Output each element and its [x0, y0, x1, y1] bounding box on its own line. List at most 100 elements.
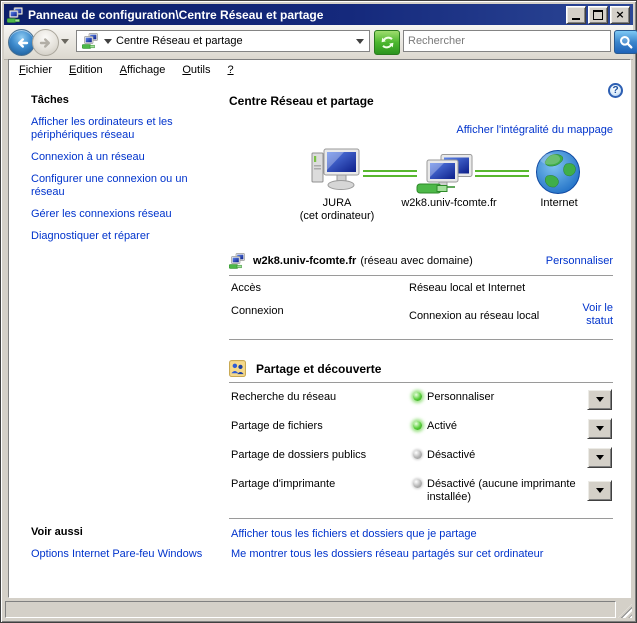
sidebar-item-afficher-ordinateurs[interactable]: Afficher les ordinateurs et les périphér… [31, 116, 209, 142]
refresh-button[interactable] [374, 30, 400, 55]
map-connector-line [475, 170, 529, 177]
access-label: Accès [231, 282, 261, 294]
chevron-down-icon [596, 426, 604, 431]
help-icon: ? [612, 86, 618, 96]
menu-fichier[interactable]: Fichier [13, 62, 63, 78]
titlebar[interactable]: Panneau de configuration\Centre Réseau e… [4, 4, 633, 25]
separator [229, 518, 613, 519]
see-also-title: Voir aussi [31, 526, 209, 538]
search-icon [619, 35, 633, 49]
search-input[interactable] [404, 35, 610, 47]
access-value: Réseau local et Internet [409, 282, 525, 294]
domain-network-icon[interactable] [415, 154, 475, 196]
sharing-row-status: Désactivé (aucune imprimante installée) [427, 478, 581, 504]
sharing-row-status: Activé [427, 420, 581, 433]
back-button[interactable] [8, 29, 35, 56]
resize-grip[interactable] [618, 604, 632, 618]
page-title: Centre Réseau et partage [229, 94, 374, 108]
sharing-row-status: Personnaliser [427, 391, 581, 404]
chevron-down-icon [596, 488, 604, 493]
sharing-row-printer: Partage d'imprimante Désactivé (aucune i… [229, 478, 621, 518]
sharing-people-icon [229, 360, 246, 377]
show-shared-folders-link[interactable]: Me montrer tous les dossiers réseau part… [231, 548, 543, 560]
tasks-title: Tâches [31, 94, 209, 106]
expand-button[interactable] [587, 389, 612, 410]
internet-globe-icon[interactable] [535, 149, 581, 195]
sharing-row-label: Partage de dossiers publics [231, 449, 366, 461]
close-icon: × [615, 10, 624, 20]
status-field [5, 601, 616, 618]
sharing-row-label: Partage de fichiers [231, 420, 323, 432]
status-dot [413, 450, 422, 459]
address-dropdown-icon[interactable] [356, 39, 364, 44]
sidebar-item-connexion-reseau[interactable]: Connexion à un réseau [31, 151, 145, 164]
sidebar-item-diagnostiquer[interactable]: Diagnostiquer et réparer [31, 230, 150, 243]
maximize-button[interactable] [588, 6, 608, 24]
network-address-icon [82, 33, 98, 49]
window-title: Panneau de configuration\Centre Réseau e… [28, 8, 564, 22]
client-area: Fichier Edition Affichage Outils ? Tâche… [8, 59, 631, 598]
separator [229, 382, 613, 383]
help-button[interactable]: ? [608, 83, 623, 98]
refresh-icon [380, 35, 395, 50]
sidebar-item-pare-feu[interactable]: Pare-feu Windows [112, 548, 202, 560]
domain-header: w2k8.univ-fcomte.fr (réseau avec domaine… [229, 253, 613, 269]
domain-mini-network-icon [229, 253, 245, 269]
forward-button[interactable] [32, 29, 59, 56]
back-arrow-icon [14, 35, 30, 51]
status-dot [413, 392, 422, 401]
minimize-button[interactable] [566, 6, 586, 24]
sharing-row-network-discovery: Recherche du réseau Personnaliser [229, 391, 621, 423]
map-node-internet: Internet [529, 197, 589, 210]
main-content: Centre Réseau et partage ? Afficher l'in… [229, 60, 621, 597]
tasks-pane: Tâches Afficher les ordinateurs et les p… [31, 94, 209, 252]
search-box [403, 30, 611, 52]
map-node-this-computer: JURA (cet ordinateur) [285, 197, 389, 223]
sharing-header: Partage et découverte [229, 360, 381, 377]
minimize-icon [572, 18, 580, 20]
menu-edition[interactable]: Edition [63, 62, 114, 78]
separator [229, 275, 613, 276]
menu-outils[interactable]: Outils [176, 62, 221, 78]
sidebar-item-options-internet[interactable]: Options Internet [31, 548, 109, 560]
chevron-down-icon [596, 397, 604, 402]
maximize-icon [593, 10, 603, 20]
status-bar [4, 599, 633, 619]
toolbar: Centre Réseau et partage [4, 25, 633, 60]
chevron-down-icon [596, 455, 604, 460]
sharing-row-status: Désactivé [427, 449, 581, 462]
recent-pages-chevron-icon[interactable] [61, 39, 69, 44]
show-shared-files-link[interactable]: Afficher tous les fichiers et dossiers q… [231, 528, 477, 540]
expand-button[interactable] [587, 447, 612, 468]
see-also-pane: Voir aussi Options Internet Pare-feu Win… [31, 526, 209, 560]
sidebar-item-gerer-connexions[interactable]: Gérer les connexions réseau [31, 208, 172, 221]
address-text: Centre Réseau et partage [116, 35, 351, 47]
search-button[interactable] [614, 30, 637, 54]
customize-link[interactable]: Personnaliser [546, 255, 613, 267]
address-chevron-icon[interactable] [104, 39, 112, 44]
separator [229, 339, 613, 340]
connection-label: Connexion [231, 305, 284, 317]
expand-button[interactable] [587, 418, 612, 439]
menu-affichage[interactable]: Affichage [114, 62, 177, 78]
sharing-row-label: Partage d'imprimante [231, 478, 335, 490]
full-map-link[interactable]: Afficher l'intégralité du mappage [456, 124, 613, 136]
sharing-title: Partage et découverte [256, 362, 381, 376]
sharing-row-file-sharing: Partage de fichiers Activé [229, 420, 621, 452]
sidebar-item-configurer-connexion[interactable]: Configurer une connexion ou un réseau [31, 173, 209, 199]
forward-arrow-icon [38, 35, 54, 51]
network-app-icon [7, 7, 23, 23]
view-status-link[interactable]: Voir le statut [565, 302, 613, 328]
address-bar[interactable]: Centre Réseau et partage [76, 30, 370, 52]
status-dot [413, 479, 422, 488]
sharing-row-public-folders: Partage de dossiers publics Désactivé [229, 449, 621, 481]
close-button[interactable]: × [610, 6, 630, 24]
window: Panneau de configuration\Centre Réseau e… [0, 0, 637, 623]
this-computer-icon[interactable] [311, 148, 363, 192]
sharing-row-label: Recherche du réseau [231, 391, 336, 403]
domain-type: (réseau avec domaine) [360, 255, 473, 267]
domain-name: w2k8.univ-fcomte.fr [253, 255, 356, 267]
status-dot [413, 421, 422, 430]
expand-button[interactable] [587, 480, 612, 501]
map-connector-line [363, 170, 417, 177]
